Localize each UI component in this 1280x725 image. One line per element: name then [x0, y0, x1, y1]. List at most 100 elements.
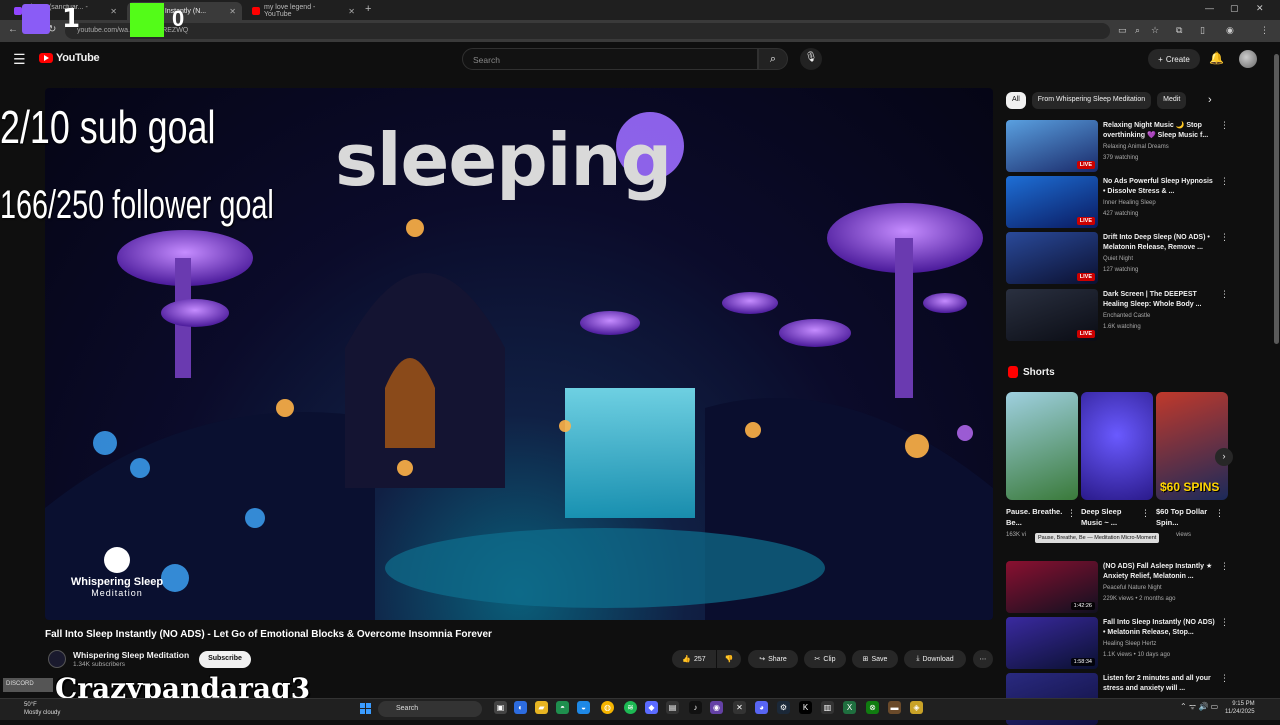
tab-my-love-legend[interactable]: my love legend - YouTube ✕ — [246, 2, 361, 20]
chip-from-channel[interactable]: From Whispering Sleep Meditation — [1031, 92, 1152, 109]
new-tab-button[interactable]: + — [365, 3, 371, 15]
account-avatar[interactable] — [1239, 50, 1257, 68]
like-button[interactable]: 👍 257 — [672, 650, 716, 668]
thumbnail[interactable]: LIVE — [1006, 176, 1098, 228]
rec-title[interactable]: (NO ADS) Fall Asleep Instantly ★ Anxiety… — [1103, 562, 1215, 582]
app-icon[interactable]: ◈ — [910, 701, 923, 714]
rec-title[interactable]: Fall Into Sleep Instantly (NO ADS) • Mel… — [1103, 618, 1215, 638]
more-options-icon[interactable]: ⋮ — [1220, 617, 1229, 628]
windows-start-icon[interactable] — [360, 703, 371, 714]
spotify-icon[interactable]: ≋ — [624, 701, 637, 714]
close-icon[interactable]: ✕ — [110, 7, 117, 16]
short-title[interactable]: Deep Sleep Music ~ ... — [1081, 506, 1141, 528]
page-scrollbar[interactable] — [1273, 44, 1280, 700]
cast-icon[interactable]: ▭ — [1118, 25, 1127, 36]
more-actions-button[interactable]: ⋯ — [973, 650, 993, 668]
subscribe-button[interactable]: Subscribe — [199, 651, 251, 668]
taskbar-search[interactable]: Search — [378, 701, 482, 717]
sidepanel-icon[interactable]: ▯ — [1200, 25, 1205, 36]
extensions-icon[interactable]: ⧉ — [1176, 25, 1182, 36]
zoom-icon[interactable]: ⌕ — [1135, 25, 1140, 36]
short-more-icon[interactable]: ⋮ — [1141, 508, 1150, 519]
short-thumbnail[interactable] — [1006, 392, 1078, 500]
thumbnail[interactable]: LIVE — [1006, 289, 1098, 341]
share-button[interactable]: ↪ Share — [748, 650, 798, 668]
app-icon[interactable]: ▬ — [888, 701, 901, 714]
steam-icon[interactable]: ⚙ — [777, 701, 790, 714]
voice-search-button[interactable]: 🎙 — [800, 48, 822, 70]
maximize-button[interactable]: ▢ — [1230, 3, 1239, 14]
youtube-logo[interactable]: YouTube — [39, 52, 100, 64]
close-icon[interactable]: ✕ — [229, 7, 236, 16]
thumbnail[interactable]: 1:42:26 — [1006, 561, 1098, 613]
rec-title[interactable]: Drift Into Deep Sleep (NO ADS) • Melaton… — [1103, 233, 1215, 253]
task-view-icon[interactable]: ▣ — [494, 701, 507, 714]
system-tray[interactable]: ⌃ ᯤ 🔊 ▭ — [1180, 701, 1218, 712]
search-button[interactable]: ⌕ — [758, 48, 788, 70]
back-icon[interactable]: ← — [8, 24, 18, 35]
recommendation-item[interactable]: LIVE Relaxing Night Music 🌙 Stop overthin… — [1006, 120, 1229, 172]
short-thumbnail[interactable]: $60 SPINS — [1156, 392, 1228, 500]
rec-title[interactable]: No Ads Powerful Sleep Hypnosis • Dissolv… — [1103, 177, 1215, 197]
app-icon[interactable]: ▤ — [666, 701, 679, 714]
more-options-icon[interactable]: ⋮ — [1220, 673, 1229, 684]
channel-avatar[interactable] — [48, 650, 66, 668]
chrome-icon[interactable]: ◍ — [601, 701, 614, 714]
short-thumbnail[interactable] — [1081, 392, 1153, 500]
channel-name[interactable]: Whispering Sleep Meditation — [73, 650, 189, 660]
more-options-icon[interactable]: ⋮ — [1220, 120, 1229, 131]
more-options-icon[interactable]: ⋮ — [1220, 232, 1229, 243]
taskbar-clock[interactable]: 9:15 PM 11/24/2025 — [1225, 700, 1255, 716]
rec-title[interactable]: Listen for 2 minutes and all your stress… — [1103, 674, 1215, 694]
app-icon[interactable]: ◆ — [645, 701, 658, 714]
kick-icon[interactable]: K — [799, 701, 812, 714]
scrollbar-thumb[interactable] — [1274, 54, 1279, 344]
edge-browser-icon[interactable]: ◒ — [577, 701, 590, 714]
thumbnail[interactable]: 1:58:34 — [1006, 617, 1098, 669]
more-options-icon[interactable]: ⋮ — [1220, 561, 1229, 572]
widgets-icon[interactable]: ◐ — [514, 701, 527, 714]
bookmark-star-icon[interactable]: ☆ — [1151, 25, 1159, 36]
short-more-icon[interactable]: ⋮ — [1215, 508, 1224, 519]
save-button[interactable]: ⊞ Save — [852, 650, 898, 668]
edge-icon[interactable]: ◓ — [556, 701, 569, 714]
minimize-button[interactable]: — — [1205, 3, 1214, 13]
app-icon[interactable]: ▥ — [821, 701, 834, 714]
url-field[interactable]: youtube.com/wa... ...MBNDREZWQ — [65, 23, 1110, 39]
tiktok-icon[interactable]: ♪ — [689, 701, 702, 714]
app-icon[interactable]: ✕ — [733, 701, 746, 714]
dislike-button[interactable]: 👎 — [717, 650, 741, 668]
hamburger-menu-icon[interactable]: ☰ — [13, 51, 26, 68]
profile-icon[interactable]: ◉ — [1226, 25, 1234, 36]
shorts-next-button[interactable]: › — [1215, 448, 1233, 466]
xbox-icon[interactable]: ⊗ — [866, 701, 879, 714]
search-input[interactable]: Search — [462, 48, 758, 70]
recommendation-item[interactable]: LIVE No Ads Powerful Sleep Hypnosis • Dis… — [1006, 176, 1229, 228]
close-icon[interactable]: ✕ — [348, 7, 355, 16]
window-close-button[interactable]: ✕ — [1256, 3, 1264, 14]
recommendation-item[interactable]: LIVE Dark Screen | The DEEPEST Healing Sl… — [1006, 289, 1229, 341]
recommendation-item[interactable]: 1:58:34 Fall Into Sleep Instantly (NO ADS… — [1006, 617, 1229, 669]
thumbnail[interactable]: LIVE — [1006, 232, 1098, 284]
recommendation-item[interactable]: LIVE Drift Into Deep Sleep (NO ADS) • Mel… — [1006, 232, 1229, 284]
rec-title[interactable]: Relaxing Night Music 🌙 Stop overthinking… — [1103, 121, 1215, 141]
download-button[interactable]: ⤓ Download — [904, 650, 966, 668]
thumbnail[interactable]: LIVE — [1006, 120, 1098, 172]
weather-widget[interactable]: 50°F Mostly cloudy — [24, 701, 60, 717]
discord-icon[interactable]: ◕ — [755, 701, 768, 714]
short-title[interactable]: $60 Top Dollar Spin... — [1156, 506, 1216, 528]
rec-title[interactable]: Dark Screen | The DEEPEST Healing Sleep:… — [1103, 290, 1215, 310]
short-more-icon[interactable]: ⋮ — [1067, 508, 1076, 519]
obs-icon[interactable]: ◉ — [710, 701, 723, 714]
chevron-right-icon[interactable]: › — [1208, 94, 1212, 106]
notifications-bell-icon[interactable]: 🔔 — [1209, 51, 1224, 65]
recommendation-item[interactable]: 1:42:26 (NO ADS) Fall Asleep Instantly ★ … — [1006, 561, 1229, 613]
browser-menu-icon[interactable]: ⋮ — [1260, 25, 1269, 36]
chip-meditation[interactable]: Medit — [1157, 92, 1187, 109]
excel-icon[interactable]: X — [843, 701, 856, 714]
more-options-icon[interactable]: ⋮ — [1220, 289, 1229, 300]
clip-button[interactable]: ✂ Clip — [804, 650, 846, 668]
short-title[interactable]: Pause. Breathe. Be... — [1006, 506, 1066, 528]
file-explorer-icon[interactable]: ▰ — [535, 701, 548, 714]
chip-all[interactable]: All — [1006, 92, 1026, 109]
